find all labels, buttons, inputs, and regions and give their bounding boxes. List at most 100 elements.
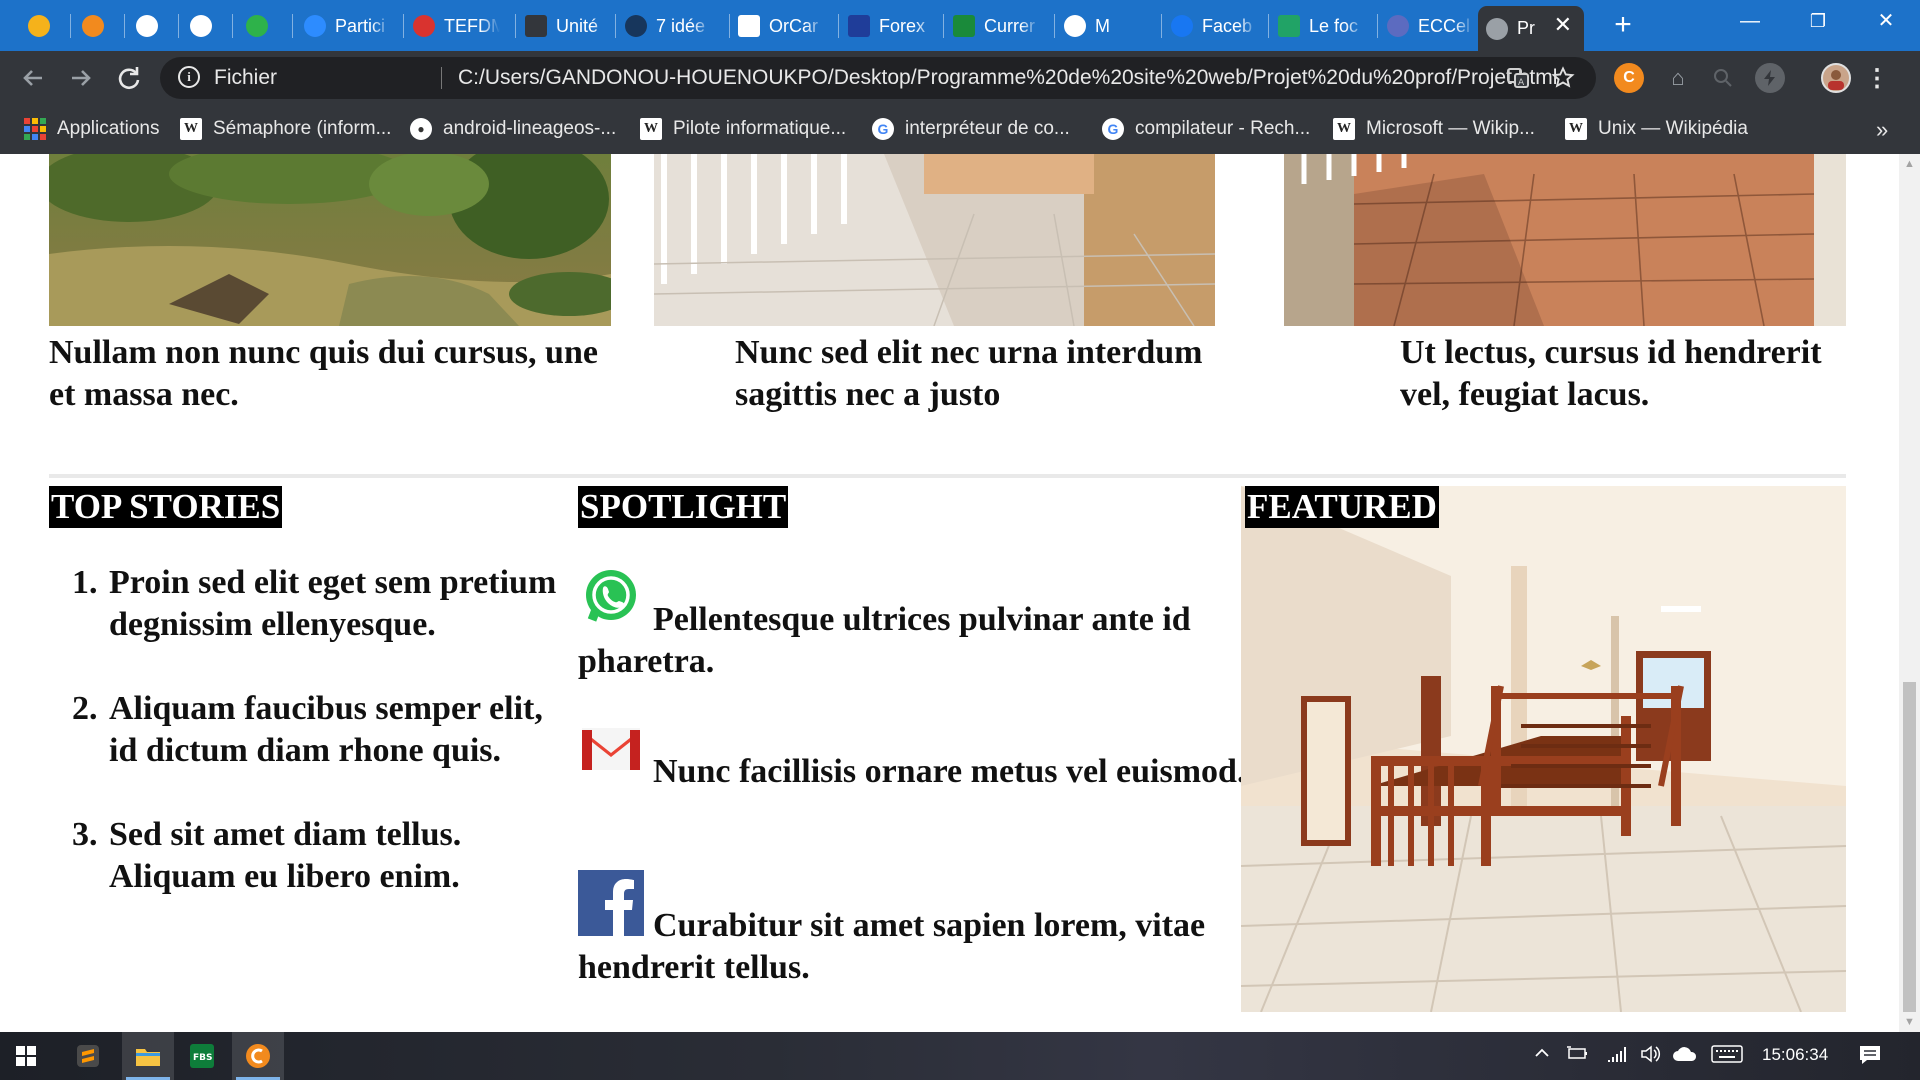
taskbar-fbs-trader[interactable]: FBS xyxy=(176,1032,228,1080)
site-info-icon[interactable]: i xyxy=(178,66,200,88)
close-window-button[interactable]: ✕ xyxy=(1852,0,1920,44)
spotlight-item-2[interactable]: Nunc facillisis ornare metus vel euismod… xyxy=(578,716,1248,793)
onedrive-cloud-icon[interactable] xyxy=(1672,1044,1698,1070)
tray-overflow-icon[interactable] xyxy=(1533,1044,1551,1068)
bookmarks-overflow-button[interactable]: » xyxy=(1876,117,1888,143)
scroll-up-arrow-icon[interactable]: ▲ xyxy=(1899,154,1920,174)
browser-tab[interactable]: Unité xyxy=(517,6,613,46)
home-icon[interactable]: ⌂ xyxy=(1663,63,1693,93)
tab-title: Le foc xyxy=(1309,15,1359,36)
address-bar[interactable]: i Fichier C:/Users/GANDONOU-HOUENOUKPO/D… xyxy=(160,57,1596,99)
featured-heading: FEATURED xyxy=(1245,486,1439,528)
spotlight-item-1[interactable]: Pellentesque ultrices pulvinar ante id p… xyxy=(578,564,1248,683)
wifi-icon[interactable] xyxy=(1606,1044,1628,1070)
profile-avatar[interactable] xyxy=(1821,63,1851,93)
battery-icon[interactable] xyxy=(1566,1044,1590,1068)
bookmark-label: Applications xyxy=(57,118,160,139)
story-item[interactable]: 2. Aliquam faucibus semper elit, id dictu… xyxy=(72,688,577,772)
browser-tab[interactable] xyxy=(20,6,68,46)
browser-tab[interactable] xyxy=(128,6,176,46)
svg-text:FBS: FBS xyxy=(193,1053,213,1063)
forward-button[interactable] xyxy=(64,61,98,95)
bookmark-item[interactable]: W Sémaphore (inform... xyxy=(180,115,391,143)
spotlight-text: Pellentesque ultrices pulvinar ante id p… xyxy=(578,601,1191,680)
facebook-icon xyxy=(578,870,644,936)
reload-button[interactable] xyxy=(112,61,146,95)
wikipedia-icon: W xyxy=(640,118,662,140)
page-scrollbar[interactable]: ▲ ▼ xyxy=(1899,154,1920,1032)
browser-tab[interactable]: 7 idée xyxy=(617,6,727,46)
tab-title: Unité xyxy=(556,15,599,36)
bolt-extension-icon[interactable] xyxy=(1755,63,1785,93)
globe-icon xyxy=(1387,15,1409,37)
scroll-down-arrow-icon[interactable]: ▼ xyxy=(1899,1012,1920,1032)
taskbar-ccleaner[interactable] xyxy=(232,1032,284,1080)
whatsapp-icon xyxy=(578,564,644,630)
tab-separator xyxy=(1161,14,1162,38)
spotlight-item-3[interactable]: Curabitur sit amet sapien lorem, vitae h… xyxy=(578,870,1248,989)
address-divider xyxy=(441,67,442,89)
taskbar-clock[interactable]: 15:06:34 xyxy=(1762,1045,1828,1065)
bookmark-item[interactable]: W Microsoft — Wikip... xyxy=(1333,115,1535,143)
browser-tab[interactable] xyxy=(74,6,122,46)
volume-icon[interactable] xyxy=(1640,1044,1662,1070)
tab-title: Currer xyxy=(984,15,1036,36)
keyboard-icon[interactable] xyxy=(1711,1044,1743,1070)
browser-menu-icon[interactable]: ⋮ xyxy=(1862,63,1892,93)
taskbar-sublime-text[interactable] xyxy=(62,1032,114,1080)
story-item[interactable]: 3. Sed sit amet diam tellus. Aliquam eu l… xyxy=(72,814,577,898)
browser-tab[interactable]: TEFDM xyxy=(405,6,513,46)
sublime-text-icon xyxy=(77,1045,99,1067)
browser-tab[interactable]: Forex xyxy=(840,6,941,46)
fbs-icon xyxy=(953,15,975,37)
sheet-icon xyxy=(1278,15,1300,37)
browser-tab[interactable]: Faceb xyxy=(1163,6,1266,46)
action-center-icon[interactable] xyxy=(1858,1044,1882,1072)
browser-tab[interactable]: Currer xyxy=(945,6,1052,46)
bookmark-item[interactable]: W Pilote informatique... xyxy=(640,115,846,143)
ccleaner-extension-icon[interactable]: C xyxy=(1614,63,1644,93)
search-extension-icon[interactable] xyxy=(1708,63,1738,93)
browser-tab[interactable]: Le foc xyxy=(1270,6,1375,46)
amazon-icon xyxy=(738,15,760,37)
url-text[interactable]: C:/Users/GANDONOU-HOUENOUKPO/Desktop/Pro… xyxy=(458,66,1557,90)
tab-close-icon[interactable]: ✕ xyxy=(1554,14,1572,36)
zoom-icon xyxy=(304,15,326,37)
bookmark-item[interactable]: Ginterpréteur de co... xyxy=(872,115,1070,143)
tab-separator xyxy=(943,14,944,38)
tab-separator xyxy=(838,14,839,38)
minimize-button[interactable]: — xyxy=(1716,0,1784,44)
story-number: 3. xyxy=(72,816,98,853)
taskbar-file-explorer[interactable] xyxy=(122,1032,174,1080)
browser-tab[interactable]: ECCel xyxy=(1379,6,1475,46)
bookmark-label: Unix — Wikipédia xyxy=(1598,118,1748,139)
spotlight-text: Nunc facillisis ornare metus vel euismod… xyxy=(653,753,1246,790)
browser-tab[interactable]: Partici xyxy=(296,6,401,46)
back-button[interactable] xyxy=(16,61,50,95)
bookmark-star-icon[interactable] xyxy=(1550,66,1576,90)
scrollbar-thumb[interactable] xyxy=(1903,682,1916,1012)
bookmark-item[interactable]: Applications xyxy=(24,115,159,143)
browser-tab[interactable]: OrCar xyxy=(730,6,836,46)
translate-icon[interactable]: A xyxy=(1505,66,1531,90)
restore-button[interactable]: ❐ xyxy=(1784,0,1852,44)
story-item[interactable]: 1. Proin sed elit eget sem pretium degnis… xyxy=(72,562,577,646)
bookmark-item[interactable]: ● android-lineageos-... xyxy=(410,115,616,143)
story-text: Aliquam faucibus semper elit, id dictum … xyxy=(109,690,543,769)
new-tab-button[interactable]: + xyxy=(1606,9,1640,43)
bookmark-label: compilateur - Rech... xyxy=(1135,118,1311,139)
wikipedia-icon: W xyxy=(1333,118,1355,140)
top-stories-list: 1. Proin sed elit eget sem pretium degnis… xyxy=(72,562,577,940)
start-button[interactable] xyxy=(0,1032,52,1080)
gmail-star-icon xyxy=(1064,15,1086,37)
bookmark-item[interactable]: W Unix — Wikipédia xyxy=(1565,115,1748,143)
browser-tab[interactable] xyxy=(182,6,230,46)
tab-title: OrCar xyxy=(769,15,818,36)
top-stories-heading: TOP STORIES xyxy=(49,486,283,528)
browser-tab[interactable]: M xyxy=(1056,6,1159,46)
facebook-icon xyxy=(1171,15,1193,37)
browser-tab[interactable]: Pr ✕ xyxy=(1478,6,1584,51)
bookmark-label: android-lineageos-... xyxy=(443,118,617,139)
bookmark-item[interactable]: Gcompilateur - Rech... xyxy=(1102,115,1310,143)
browser-tab[interactable] xyxy=(238,6,290,46)
